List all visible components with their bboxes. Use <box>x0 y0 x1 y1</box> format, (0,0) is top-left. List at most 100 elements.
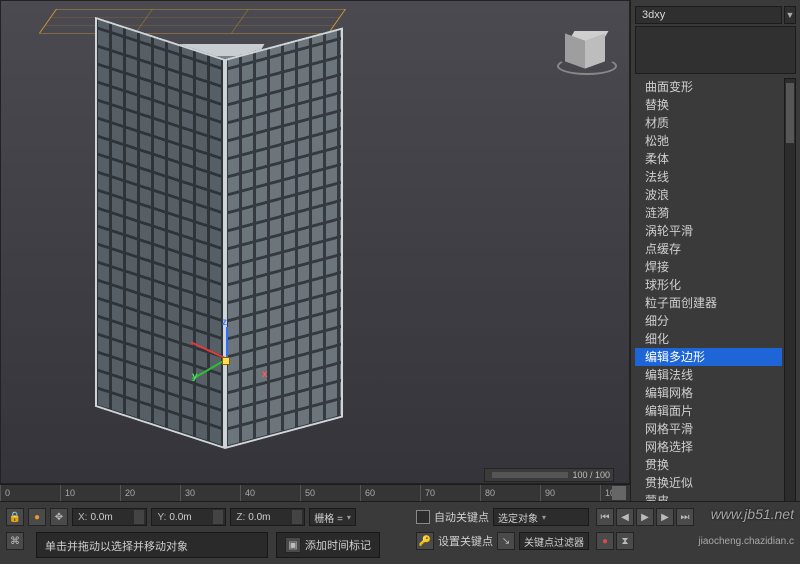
watermark-text: www.jb51.net <box>711 506 794 522</box>
set-key-label: 设置关键点 <box>438 533 493 549</box>
modifier-item[interactable]: 细化 <box>635 330 782 348</box>
timeline-ruler[interactable]: 0102030405060708090100 <box>0 484 630 501</box>
next-frame-button[interactable]: ▶ <box>656 508 674 526</box>
key-filter-icon[interactable]: ↘ <box>497 532 515 550</box>
playback-controls: ⏮ ◀ ▶ ▶ ⏭ <box>596 508 694 526</box>
modifier-list[interactable]: 曲面变形替换材质松弛柔体法线波浪涟漪涡轮平滑点缓存焊接球形化粒子面创建器细分细化… <box>635 78 782 506</box>
timeline-tick: 70 <box>420 485 480 501</box>
coord-z-value: 0.0m <box>248 512 290 523</box>
modifier-item[interactable]: 波浪 <box>635 186 782 204</box>
modifier-dropdown-arrow-icon[interactable]: ▼ <box>784 6 796 24</box>
script-icon[interactable]: ⌘ <box>6 532 24 550</box>
modifier-dropdown-value: 3dxy <box>642 9 665 21</box>
coord-x-value: 0.0m <box>90 512 132 523</box>
timeline-tick: 10 <box>60 485 120 501</box>
selected-object-dropdown[interactable]: 选定对象 ▾ <box>493 508 589 526</box>
modifier-item[interactable]: 替换 <box>635 96 782 114</box>
watermark-source: jiaocheng.chazidian.c <box>698 536 794 547</box>
grid-snap-label: 栅格 = <box>314 510 343 525</box>
timeline-tick: 30 <box>180 485 240 501</box>
viewcube[interactable] <box>565 31 611 71</box>
prev-frame-button[interactable]: ◀ <box>616 508 634 526</box>
modifier-item[interactable]: 网格选择 <box>635 438 782 456</box>
modifier-item[interactable]: 编辑面片 <box>635 402 782 420</box>
coord-z-label: Z: <box>233 512 248 523</box>
modifier-item[interactable]: 编辑网格 <box>635 384 782 402</box>
coord-z-field[interactable]: Z: 0.0m <box>230 508 305 526</box>
play-button[interactable]: ▶ <box>636 508 654 526</box>
timeline-tick: 60 <box>360 485 420 501</box>
goto-start-button[interactable]: ⏮ <box>596 508 614 526</box>
modifier-item[interactable]: 贯换 <box>635 456 782 474</box>
modifier-toolbar[interactable] <box>635 26 796 74</box>
frame-indicator[interactable]: 100 / 100 <box>484 468 614 482</box>
status-text: 单击并拖动以选择并移动对象 <box>36 532 268 558</box>
add-time-tag-label: 添加时间标记 <box>305 537 371 553</box>
modifier-item[interactable]: 涡轮平滑 <box>635 222 782 240</box>
gizmo-y-label: y <box>192 371 198 382</box>
coord-x-spinner[interactable] <box>134 510 144 524</box>
modifier-item[interactable]: 点缓存 <box>635 240 782 258</box>
timeline-tick: 40 <box>240 485 300 501</box>
scrollbar-thumb[interactable] <box>786 83 794 143</box>
coord-y-spinner[interactable] <box>213 510 223 524</box>
modifier-item[interactable]: 涟漪 <box>635 204 782 222</box>
modifier-item[interactable]: 柔体 <box>635 150 782 168</box>
modifier-item[interactable]: 网格平滑 <box>635 420 782 438</box>
transform-type-icon[interactable]: ✥ <box>50 508 68 526</box>
selected-object-value: 选定对象 <box>498 510 538 525</box>
gizmo-z-axis[interactable] <box>226 327 228 359</box>
modifier-item[interactable]: 粒子面创建器 <box>635 294 782 312</box>
modifier-panel: 3dxy ▼ 曲面变形替换材质松弛柔体法线波浪涟漪涡轮平滑点缓存焊接球形化粒子面… <box>630 0 800 564</box>
lock-icon[interactable]: 🔒 <box>6 508 24 526</box>
construction-grid <box>39 9 346 34</box>
timeline-tick: 50 <box>300 485 360 501</box>
modifier-scrollbar[interactable] <box>784 78 796 506</box>
modifier-item[interactable]: 编辑法线 <box>635 366 782 384</box>
record-button[interactable]: ● <box>596 532 614 550</box>
modifier-item[interactable]: 曲面变形 <box>635 78 782 96</box>
goto-end-button[interactable]: ⏭ <box>676 508 694 526</box>
timeline-slider[interactable] <box>612 486 626 500</box>
frame-indicator-text: 100 / 100 <box>572 470 610 480</box>
timeline-tick: 20 <box>120 485 180 501</box>
gizmo-origin[interactable] <box>222 357 230 365</box>
playback-controls-2: ● ⧗ <box>596 532 634 550</box>
key-filter-button[interactable]: 关键点过滤器 <box>519 532 589 550</box>
gizmo-x-label: x <box>262 369 268 380</box>
coord-z-spinner[interactable] <box>292 510 302 524</box>
modifier-item[interactable]: 法线 <box>635 168 782 186</box>
transform-gizmo[interactable]: z x y <box>196 331 256 391</box>
viewcube-compass[interactable] <box>557 57 617 75</box>
modifier-item[interactable]: 松弛 <box>635 132 782 150</box>
viewport-3d[interactable]: z x y 100 / 100 <box>0 0 630 484</box>
tag-icon: ▣ <box>285 537 301 553</box>
time-config-button[interactable]: ⧗ <box>616 532 634 550</box>
key-filter-label: 关键点过滤器 <box>524 534 584 549</box>
frame-spinner-bar[interactable] <box>492 472 568 478</box>
modifier-item[interactable]: 细分 <box>635 312 782 330</box>
grid-snap-field[interactable]: 栅格 = ▾ <box>309 508 356 526</box>
timeline-tick: 100 <box>600 485 660 501</box>
modifier-item[interactable]: 材质 <box>635 114 782 132</box>
add-time-tag-button[interactable]: ▣ 添加时间标记 <box>276 532 380 558</box>
chevron-down-icon: ▾ <box>542 513 546 522</box>
coord-x-label: X: <box>75 512 90 523</box>
modifier-item[interactable]: 编辑多边形 <box>635 348 782 366</box>
bottom-bar: 🔒 ● ✥ X: 0.0m Y: 0.0m Z: 0.0m 栅格 = ▾ ⌘ 单… <box>0 501 800 564</box>
auto-key-checkbox[interactable] <box>416 510 430 524</box>
timeline-tick: 90 <box>540 485 600 501</box>
auto-key-label: 自动关键点 <box>434 509 489 525</box>
coord-x-field[interactable]: X: 0.0m <box>72 508 147 526</box>
coord-y-value: 0.0m <box>169 512 211 523</box>
coord-y-label: Y: <box>154 512 169 523</box>
timeline-tick: 80 <box>480 485 540 501</box>
modifier-dropdown[interactable]: 3dxy <box>635 6 782 24</box>
set-key-icon[interactable]: 🔑 <box>416 532 434 550</box>
building-model[interactable] <box>71 31 351 461</box>
modifier-item[interactable]: 焊接 <box>635 258 782 276</box>
modifier-item[interactable]: 球形化 <box>635 276 782 294</box>
timeline-tick: 0 <box>0 485 60 501</box>
keyframe-icon[interactable]: ● <box>28 508 46 526</box>
coord-y-field[interactable]: Y: 0.0m <box>151 508 226 526</box>
